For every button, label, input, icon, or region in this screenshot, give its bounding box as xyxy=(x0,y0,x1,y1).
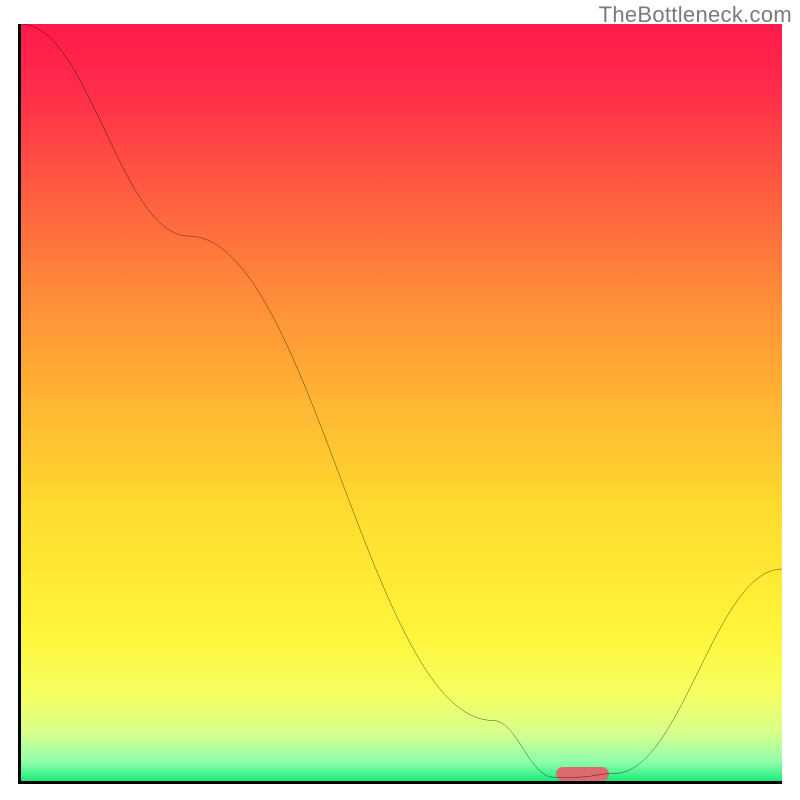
chart-frame: TheBottleneck.com xyxy=(0,0,800,800)
bottleneck-curve xyxy=(21,24,782,781)
plot-area xyxy=(18,24,782,784)
curve-path xyxy=(21,24,782,777)
